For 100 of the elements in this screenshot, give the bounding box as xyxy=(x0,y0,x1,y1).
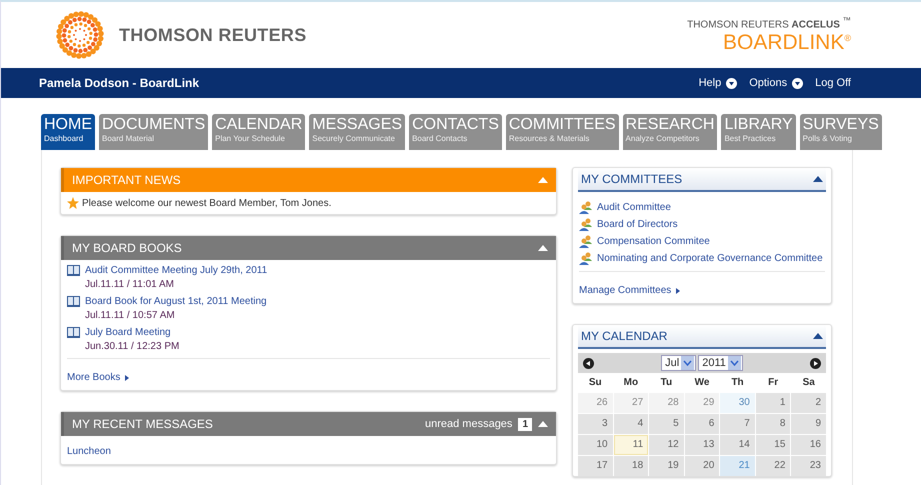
tab-label: CONTACTS xyxy=(412,116,499,134)
calendar-day[interactable]: 29 xyxy=(684,393,720,413)
nav-tab[interactable]: CALENDAR Plan Your Schedule xyxy=(212,114,306,150)
nav-tab[interactable]: CONTACTS Board Contacts xyxy=(409,114,502,150)
calendar-day[interactable]: 20 xyxy=(684,456,720,476)
tab-subtitle: Analyze Competitors xyxy=(626,134,700,143)
previous-month-icon[interactable] xyxy=(583,358,594,368)
tab-subtitle: Dashboard xyxy=(44,134,84,143)
dropdown-icon[interactable] xyxy=(726,78,738,88)
calendar-day[interactable]: 9 xyxy=(791,414,826,434)
nav-tab[interactable]: LIBRARY Best Practices xyxy=(721,114,796,150)
calendar-day[interactable]: 4 xyxy=(614,414,648,434)
nav-link[interactable]: Options xyxy=(749,77,804,89)
user-name: Pamela Dodson - BoardLink xyxy=(39,76,200,90)
calendar-day[interactable]: 22 xyxy=(756,456,790,476)
calendar-day[interactable]: 8 xyxy=(756,414,790,434)
weekday-label: Fr xyxy=(767,376,780,390)
unread-label: unread messages xyxy=(424,418,512,430)
tab-label: CALENDAR xyxy=(215,116,302,134)
nav-tab[interactable]: SURVEYS Polls & Voting xyxy=(800,114,882,150)
tab-label: DOCUMENTS xyxy=(102,116,206,134)
caret-icon xyxy=(728,356,741,370)
calendar-day[interactable]: 11 xyxy=(614,435,648,455)
calendar-day[interactable]: 15 xyxy=(756,435,790,455)
arrow-icon xyxy=(125,374,130,380)
tab-subtitle: Board Material xyxy=(102,134,156,143)
book-icon xyxy=(67,327,80,338)
tab-subtitle: Polls & Voting xyxy=(802,134,854,143)
collapse-icon[interactable] xyxy=(813,176,823,182)
book-date: Jun.30.11 / 12:23 PM xyxy=(85,341,180,352)
calendar-day[interactable]: 17 xyxy=(578,456,613,476)
calendar-day[interactable]: 1 xyxy=(756,393,790,413)
tab-label: SURVEYS xyxy=(802,116,879,134)
next-month-icon[interactable] xyxy=(810,358,821,368)
tab-subtitle: Board Contacts xyxy=(412,134,468,143)
book-icon xyxy=(67,296,80,307)
calendar-day[interactable]: 3 xyxy=(578,414,613,434)
unread-count: 1 xyxy=(518,418,532,430)
tab-label: HOME xyxy=(44,116,92,134)
weekday-label: Mo xyxy=(622,376,640,390)
tab-subtitle: Securely Communicate xyxy=(312,134,396,143)
book-icon xyxy=(67,265,80,276)
month-select[interactable]: Jul xyxy=(661,355,696,371)
calendar-day[interactable]: 23 xyxy=(791,456,826,476)
calendar-day[interactable]: 27 xyxy=(614,393,648,413)
nav-link[interactable]: Help xyxy=(698,77,738,89)
collapse-icon[interactable] xyxy=(538,245,548,251)
weekday-label: Sa xyxy=(802,376,816,390)
calendar-day[interactable]: 12 xyxy=(649,435,684,455)
panel-title: MY COMMITTEES xyxy=(581,172,682,186)
committee-link[interactable]: Audit Committee xyxy=(597,202,671,213)
book-date: Jul.11.11 / 10:57 AM xyxy=(85,310,176,321)
nav-tab[interactable]: COMMITTEES Resources & Materials xyxy=(506,114,619,150)
news-text: Please welcome our newest Board Member, Tom Jones. xyxy=(82,198,332,208)
calendar-day[interactable]: 30 xyxy=(720,393,755,413)
manage-committees-link[interactable]: Manage Committees xyxy=(579,285,680,296)
nav-link[interactable]: Log Off xyxy=(815,77,851,89)
nav-tab[interactable]: MESSAGES Securely Communicate xyxy=(309,114,406,150)
panel-title: IMPORTANT NEWS xyxy=(72,173,181,187)
book-link[interactable]: July Board Meeting xyxy=(85,327,180,338)
nav-tab[interactable]: RESEARCH Analyze Competitors xyxy=(622,114,718,150)
tab-label: MESSAGES xyxy=(312,116,402,134)
calendar-day[interactable]: 6 xyxy=(684,414,720,434)
dropdown-icon[interactable] xyxy=(792,78,804,88)
committee-link[interactable]: Nominating and Corporate Governance Committee xyxy=(597,253,823,264)
message-link[interactable]: Luncheon xyxy=(67,446,111,457)
nav-tab[interactable]: DOCUMENTS Board Material xyxy=(99,114,208,150)
calendar-day[interactable]: 21 xyxy=(720,456,755,476)
committee-link[interactable]: Compensation Commitee xyxy=(597,236,710,247)
collapse-icon[interactable] xyxy=(538,421,548,427)
calendar-day[interactable]: 16 xyxy=(791,435,826,455)
calendar-day[interactable]: 5 xyxy=(649,414,684,434)
weekday-label: Tu xyxy=(660,376,674,390)
committee-link[interactable]: Board of Directors xyxy=(597,219,678,230)
tab-label: COMMITTEES xyxy=(508,116,616,134)
nav-tab[interactable]: HOME Dashboard xyxy=(41,114,95,150)
calendar-day[interactable]: 7 xyxy=(720,414,755,434)
calendar-day[interactable]: 26 xyxy=(578,393,613,413)
calendar-day[interactable]: 13 xyxy=(684,435,720,455)
calendar-day[interactable]: 10 xyxy=(578,435,613,455)
book-link[interactable]: Board Book for August 1st, 2011 Meeting xyxy=(85,296,267,307)
book-date: Jul.11.11 / 11:01 AM xyxy=(85,279,175,290)
panel-title: MY RECENT MESSAGES xyxy=(72,417,213,431)
caret-icon xyxy=(681,356,694,370)
panel-title: MY CALENDAR xyxy=(581,329,668,343)
calendar-day[interactable]: 14 xyxy=(720,435,755,455)
arrow-icon xyxy=(676,288,680,294)
calendar-day[interactable]: 19 xyxy=(649,456,684,476)
book-link[interactable]: Audit Committee Meeting July 29th, 2011 xyxy=(85,265,268,276)
brand-name: THOMSON REUTERS xyxy=(119,24,307,46)
star-icon xyxy=(67,197,79,209)
people-icon xyxy=(579,218,593,231)
collapse-icon[interactable] xyxy=(813,333,823,339)
calendar-day[interactable]: 28 xyxy=(649,393,684,413)
calendar-day[interactable]: 2 xyxy=(791,393,826,413)
year-select[interactable]: 2011 xyxy=(698,355,743,371)
weekday-label: We xyxy=(694,376,710,390)
calendar-day[interactable]: 18 xyxy=(614,456,648,476)
people-icon xyxy=(579,252,593,265)
more-books-link[interactable]: More Books xyxy=(67,372,130,383)
